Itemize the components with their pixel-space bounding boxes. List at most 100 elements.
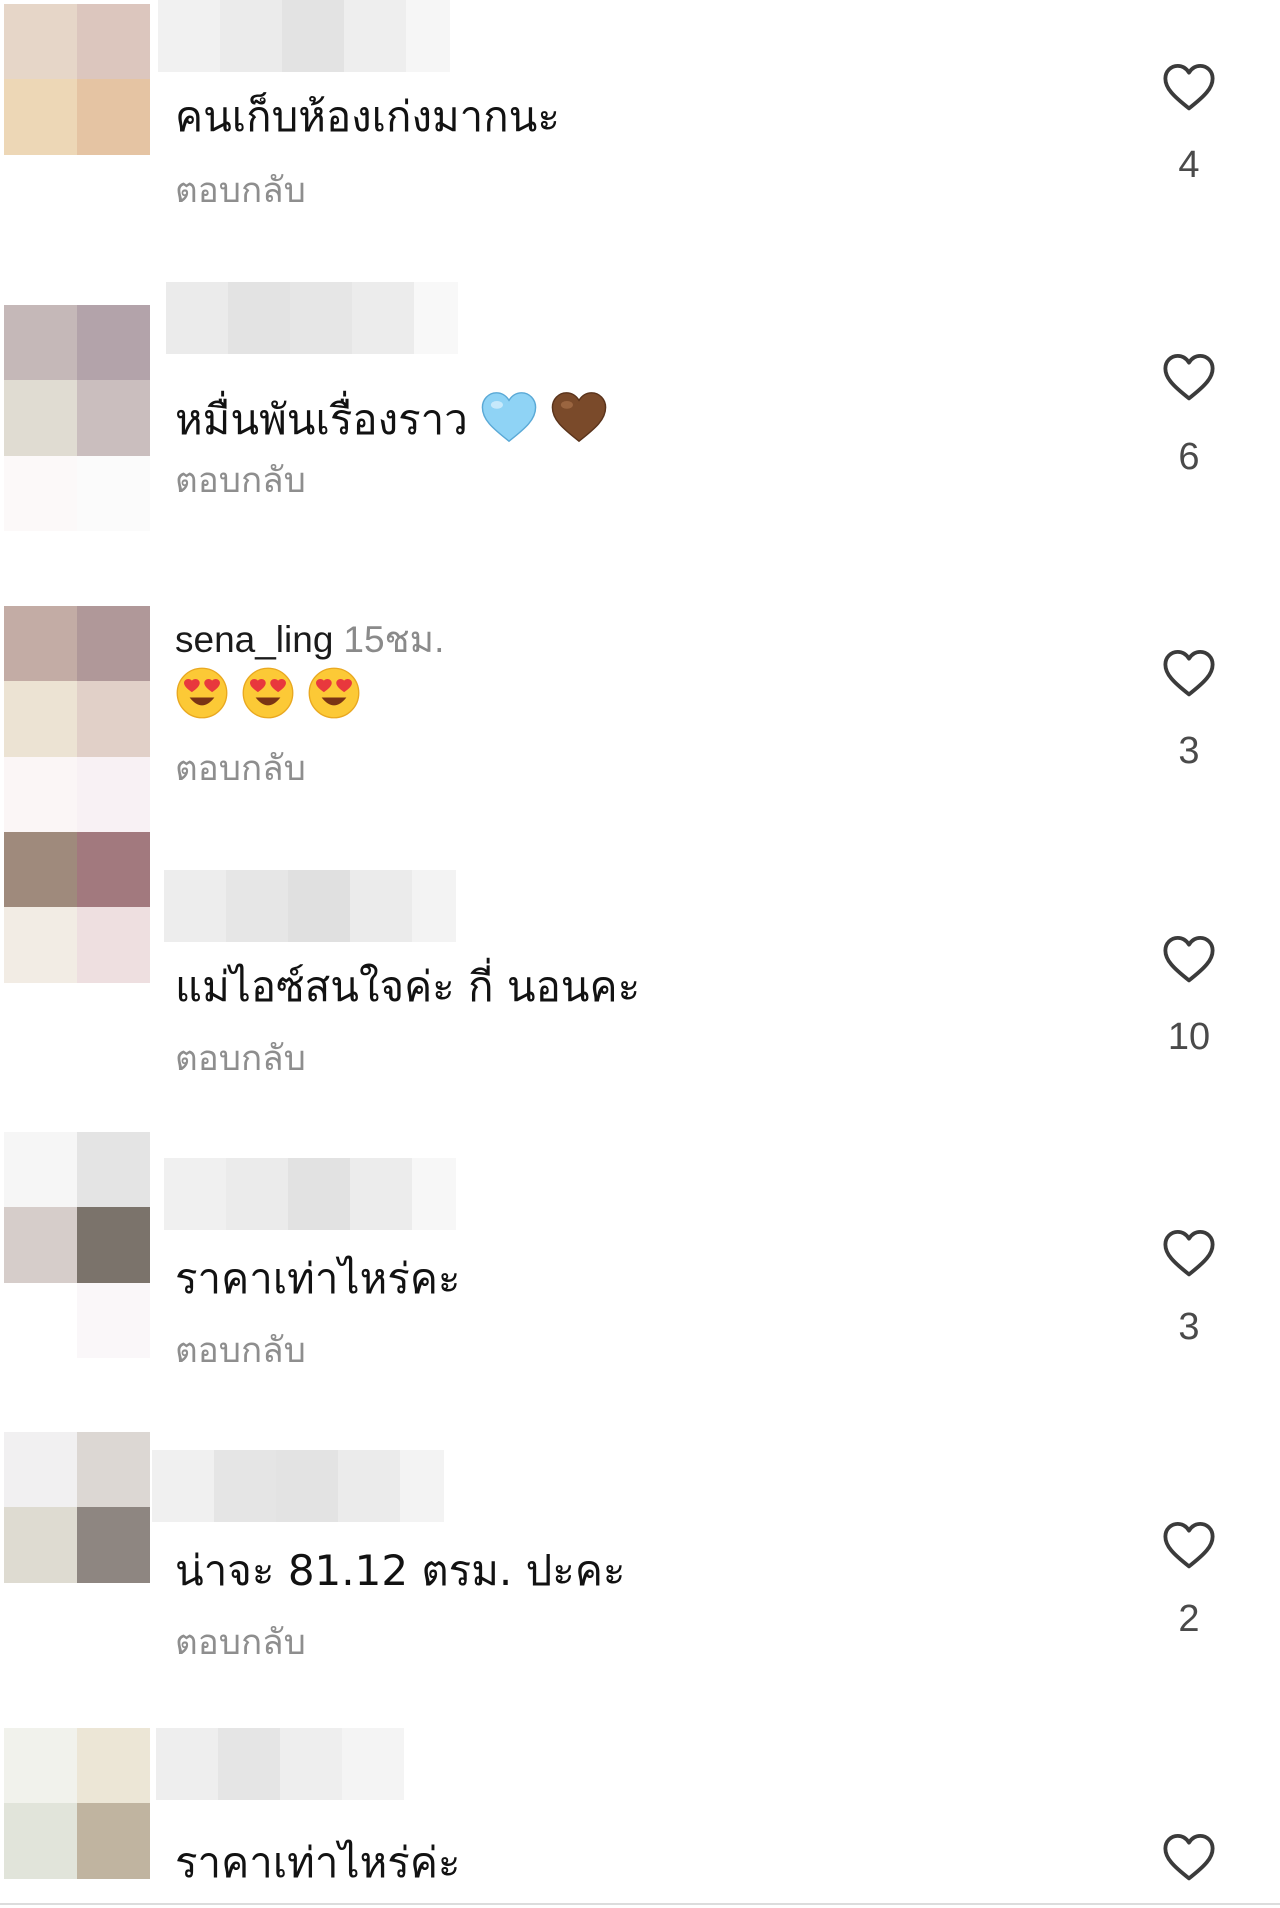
avatar-pixel: [4, 305, 77, 381]
username-blur-pixel: [352, 282, 414, 354]
avatar[interactable]: [4, 1132, 150, 1358]
username-blur-pixel: [276, 1450, 338, 1522]
comment-time: 15ชม.: [343, 619, 445, 660]
comment-text: น่าจะ 81.12 ตรม. ปะคะ: [175, 1546, 626, 1595]
comment-text: ราคาเท่าไหร่คะ: [175, 1254, 461, 1303]
reply-button[interactable]: ตอบกลับ: [175, 1042, 306, 1077]
username-blur-pixel: [412, 1158, 456, 1230]
avatar[interactable]: [4, 1728, 150, 1903]
comment-text: คนเก็บห้องเก่งมากนะ: [175, 92, 560, 141]
avatar[interactable]: [4, 832, 150, 1058]
heart-eyes-emoji-icon: [242, 667, 294, 719]
avatar-pixel: [77, 606, 150, 682]
avatar-pixel: [4, 1728, 77, 1804]
username-blur-pixel: [342, 1728, 404, 1800]
comment-item: ราคาเท่าไหร่คะ ตอบกลับ 3: [0, 1132, 1280, 1460]
username-blur-pixel: [344, 0, 406, 72]
avatar-pixel: [77, 1878, 150, 1903]
heart-eyes-emoji-icon: [176, 667, 228, 719]
avatar-pixel: [77, 79, 150, 155]
username-blur-pixel: [164, 870, 226, 942]
username-blur-pixel: [226, 1158, 288, 1230]
reply-button[interactable]: ตอบกลับ: [175, 1626, 306, 1661]
username-blur-pixel: [156, 1728, 218, 1800]
username-blurred[interactable]: [164, 870, 456, 942]
username-blurred[interactable]: [166, 282, 458, 354]
reply-button[interactable]: ตอบกลับ: [175, 174, 306, 209]
username-blur-pixel: [350, 1158, 412, 1230]
avatar-pixel: [77, 305, 150, 381]
light-blue-heart-icon: [481, 392, 537, 443]
username-blur-pixel: [414, 282, 458, 354]
like-count: 10: [1167, 1016, 1211, 1058]
avatar-pixel: [77, 982, 150, 1058]
heart-outline-icon[interactable]: [1162, 62, 1216, 112]
avatar-pixel: [4, 1207, 77, 1283]
avatar-pixel: [77, 154, 150, 230]
avatar[interactable]: [4, 4, 150, 230]
username-text[interactable]: sena_ling: [175, 619, 333, 660]
username-blur-pixel: [214, 1450, 276, 1522]
username-blur-pixel: [290, 282, 352, 354]
avatar-pixel: [4, 1132, 77, 1208]
comment-item: ราคาเท่าไหร่ค่ะ: [0, 1728, 1280, 1903]
username-blur-pixel: [164, 1158, 226, 1230]
avatar-pixel: [77, 1432, 150, 1508]
username-blur-pixel: [228, 282, 290, 354]
username-blurred[interactable]: [164, 1158, 456, 1230]
comment-text: ราคาเท่าไหร่ค่ะ: [175, 1838, 461, 1887]
avatar[interactable]: [4, 606, 150, 832]
like-count: 3: [1178, 730, 1200, 772]
heart-outline-icon[interactable]: [1162, 648, 1216, 698]
username-blur-pixel: [282, 0, 344, 72]
avatar-pixel: [4, 79, 77, 155]
brown-heart-icon: [551, 392, 607, 443]
comment-item: sena_ling 15ชม. ตอบกลับ 3: [0, 584, 1280, 876]
heart-outline-icon[interactable]: [1162, 352, 1216, 402]
reply-button[interactable]: ตอบกลับ: [175, 464, 306, 499]
username-blur-pixel: [220, 0, 282, 72]
avatar-pixel: [4, 681, 77, 757]
like-count: 3: [1178, 1306, 1200, 1348]
avatar-pixel: [4, 982, 77, 1058]
username-blurred[interactable]: [152, 1450, 444, 1522]
avatar[interactable]: [4, 1432, 150, 1658]
username-blurred[interactable]: [156, 1728, 448, 1800]
avatar-pixel: [4, 1282, 77, 1358]
username[interactable]: sena_ling 15ชม.: [175, 610, 444, 669]
avatar-pixel: [4, 1507, 77, 1583]
heart-outline-icon[interactable]: [1162, 1520, 1216, 1570]
avatar-pixel: [77, 1803, 150, 1879]
avatar-pixel: [4, 832, 77, 908]
username-blurred[interactable]: [158, 0, 450, 72]
comment-item: แม่ไอซ์สนใจค่ะ กี่ นอนคะ ตอบกลับ 10: [0, 832, 1280, 1168]
username-blur-pixel: [288, 870, 350, 942]
divider: [0, 1903, 1280, 1905]
avatar-pixel: [77, 1728, 150, 1804]
avatar-pixel: [4, 756, 77, 832]
username-blur-pixel: [166, 282, 228, 354]
avatar-pixel: [77, 4, 150, 80]
avatar-pixel: [77, 455, 150, 531]
heart-outline-icon[interactable]: [1162, 934, 1216, 984]
avatar-pixel: [4, 907, 77, 983]
avatar-pixel: [77, 1207, 150, 1283]
username-blur-pixel: [412, 870, 456, 942]
reply-button[interactable]: ตอบกลับ: [175, 1334, 306, 1369]
avatar-pixel: [77, 1582, 150, 1658]
heart-outline-icon[interactable]: [1162, 1832, 1216, 1882]
heart-eyes-emoji-icon: [308, 667, 360, 719]
username-blur-pixel: [350, 870, 412, 942]
username-blur-pixel: [218, 1728, 280, 1800]
avatar-pixel: [77, 380, 150, 456]
username-blur-pixel: [338, 1450, 400, 1522]
avatar-pixel: [4, 1432, 77, 1508]
avatar-pixel: [4, 606, 77, 682]
comment-item: หมื่นพันเรื่องราว ตอบกลับ 6: [0, 282, 1280, 584]
avatar-pixel: [77, 832, 150, 908]
reply-button[interactable]: ตอบกลับ: [175, 752, 306, 787]
heart-outline-icon[interactable]: [1162, 1228, 1216, 1278]
comment-text: แม่ไอซ์สนใจค่ะ กี่ นอนคะ: [175, 962, 641, 1011]
like-count: 2: [1178, 1598, 1200, 1640]
avatar[interactable]: [4, 305, 150, 531]
